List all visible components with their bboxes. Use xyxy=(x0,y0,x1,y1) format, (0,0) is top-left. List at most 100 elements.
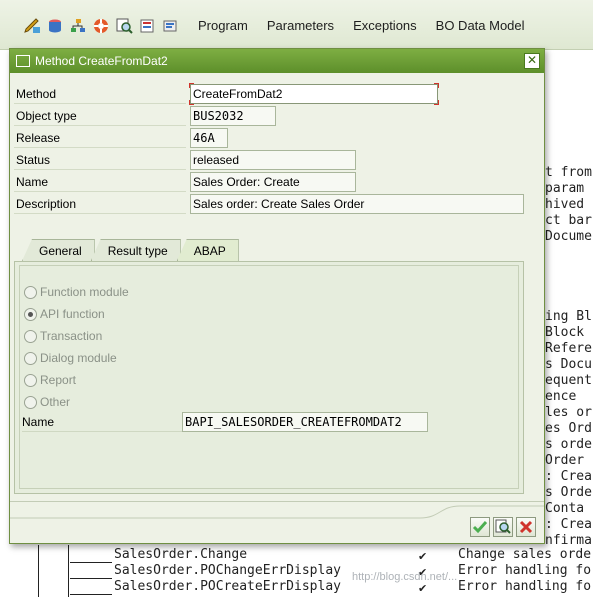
find-icon xyxy=(495,519,511,534)
tree-node-description: Change sales orde xyxy=(458,547,592,562)
dialog-footer xyxy=(10,501,544,543)
radio-circle-icon[interactable] xyxy=(24,395,37,409)
menu-bo-data-model[interactable]: BO Data Model xyxy=(436,18,525,33)
radio-label: Report xyxy=(40,373,77,387)
name-label: Name xyxy=(14,172,186,192)
tree-node-label[interactable]: SalesOrder.Change xyxy=(114,547,247,562)
dialog-title-bar: Method CreateFromDat2 xyxy=(10,49,544,73)
radio-function-module[interactable]: Function module xyxy=(24,282,129,302)
dialog-title: Method CreateFromDat2 xyxy=(35,54,168,68)
radio-transaction[interactable]: Transaction xyxy=(24,326,102,346)
status-field[interactable]: released xyxy=(190,150,356,170)
description-field[interactable]: Sales order: Create Sales Order xyxy=(190,194,524,214)
background-code-line: Order xyxy=(545,453,585,468)
radio-label: Other xyxy=(40,395,71,409)
edit-pencil-icon[interactable] xyxy=(22,16,42,36)
menu-exceptions[interactable]: Exceptions xyxy=(353,18,417,33)
find-button[interactable] xyxy=(493,517,513,537)
background-code-line: ing Bl xyxy=(545,309,592,324)
tree-node-description: Error handling fo xyxy=(458,563,592,578)
focus-corner xyxy=(189,100,194,105)
tree-node-label[interactable]: SalesOrder.POCreateErrDisplay xyxy=(114,579,341,594)
watermark: http://blog.csdn.net/... xyxy=(352,571,458,583)
radio-circle-icon[interactable] xyxy=(24,285,37,299)
background-code-line: t from xyxy=(545,165,592,180)
tree-node-label[interactable]: SalesOrder.POChangeErrDisplay xyxy=(114,563,341,578)
focus-corner xyxy=(189,83,194,88)
released-check-icon: ✔ xyxy=(418,583,428,595)
tree-connector xyxy=(70,562,112,563)
abap-name-label: Name xyxy=(22,412,182,432)
radio-other[interactable]: Other xyxy=(24,392,70,412)
release-label: Release xyxy=(14,128,186,148)
tree-connector xyxy=(68,545,69,597)
menu-program[interactable]: Program xyxy=(198,18,248,33)
find-icon[interactable] xyxy=(114,16,134,36)
release-field[interactable]: 46A xyxy=(190,128,228,148)
tree-connector xyxy=(70,594,112,595)
background-code-line: es Ord xyxy=(545,421,592,436)
cancel-x-icon xyxy=(519,520,533,534)
radio-label: Function module xyxy=(40,285,129,299)
radio-report[interactable]: Report xyxy=(24,370,76,390)
print-icon[interactable] xyxy=(137,16,157,36)
radio-circle-icon[interactable] xyxy=(24,351,37,365)
name-field[interactable]: Sales Order: Create xyxy=(190,172,356,192)
released-check-icon: ✔ xyxy=(418,551,428,563)
background-code-line: hived xyxy=(545,197,585,212)
tree-connector xyxy=(38,545,39,597)
radio-selected-icon[interactable] xyxy=(24,307,37,321)
background-code-line: les or xyxy=(545,405,592,420)
background-code-line: nfirma xyxy=(545,533,592,548)
dialog-button-group xyxy=(470,517,536,537)
method-dialog: Method CreateFromDat2 ✕ Method CreateFro… xyxy=(9,48,545,544)
tree-connector xyxy=(70,578,112,579)
close-button[interactable]: ✕ xyxy=(524,53,540,69)
object-type-field[interactable]: BUS2032 xyxy=(190,106,276,126)
radio-circle-icon[interactable] xyxy=(24,329,37,343)
confirm-button[interactable] xyxy=(470,517,490,537)
database-icon[interactable] xyxy=(45,16,65,36)
background-code-line: Conta xyxy=(545,501,585,516)
background-code-line: param xyxy=(545,181,585,196)
footer-divider xyxy=(10,501,544,519)
background-code-line: : Crea xyxy=(545,469,592,484)
radio-label: Dialog module xyxy=(40,351,117,365)
menu-bar: Program Parameters Exceptions BO Data Mo… xyxy=(198,18,525,33)
tree-node-description: Error handling fo xyxy=(458,579,592,594)
radio-circle-icon[interactable] xyxy=(24,373,37,387)
method-label: Method xyxy=(14,84,186,104)
background-code-line: ct bar xyxy=(545,213,592,228)
method-field[interactable]: CreateFromDat2 xyxy=(190,84,438,104)
focus-corner xyxy=(434,100,439,105)
background-code-line: s orde xyxy=(545,437,592,452)
radio-label: API function xyxy=(40,307,105,321)
radio-dialog-module[interactable]: Dialog module xyxy=(24,348,117,368)
settings-icon[interactable] xyxy=(160,16,180,36)
abap-name-field[interactable]: BAPI_SALESORDER_CREATEFROMDAT2 xyxy=(182,412,428,432)
focus-corner xyxy=(434,83,439,88)
background-code-line: equent xyxy=(545,373,592,388)
application-toolbar: Program Parameters Exceptions BO Data Mo… xyxy=(0,0,593,50)
tab-result-type[interactable]: Result type xyxy=(90,239,181,261)
radio-api-function[interactable]: API function xyxy=(24,304,105,324)
background-code-line: Block xyxy=(545,325,585,340)
background-code-line: s Docu xyxy=(545,357,592,372)
dialog-window-icon xyxy=(16,55,30,67)
radio-label: Transaction xyxy=(40,329,103,343)
status-label: Status xyxy=(14,150,186,170)
description-label: Description xyxy=(14,194,186,214)
tab-strip: General Result type ABAP xyxy=(22,239,239,261)
tab-general[interactable]: General xyxy=(22,239,95,261)
background-code-line: Docume xyxy=(545,229,592,244)
background-code-line: s Orde xyxy=(545,485,592,500)
buoy-icon[interactable] xyxy=(91,16,111,36)
confirm-check-icon xyxy=(472,521,488,534)
object-type-label: Object type xyxy=(14,106,186,126)
tab-abap[interactable]: ABAP xyxy=(176,239,239,261)
background-code-line: : Crea xyxy=(545,517,592,532)
background-code-line: ence xyxy=(545,389,577,404)
cancel-button[interactable] xyxy=(516,517,536,537)
menu-parameters[interactable]: Parameters xyxy=(267,18,334,33)
hierarchy-icon[interactable] xyxy=(68,16,88,36)
